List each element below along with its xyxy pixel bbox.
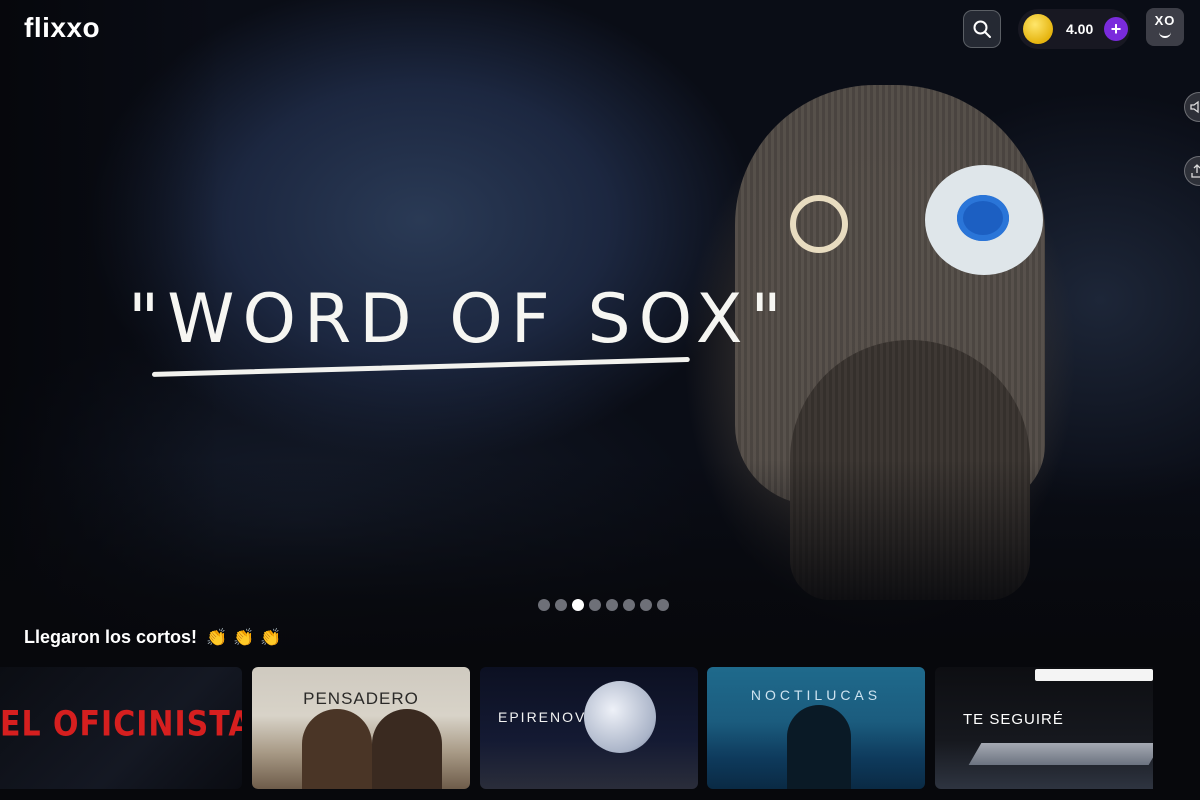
carousel-dot[interactable] [657,599,669,611]
hero-button-eye-left [790,195,848,253]
carousel-dot[interactable] [606,599,618,611]
carousel-dot[interactable] [589,599,601,611]
section-title-text: Llegaron los cortos! [24,627,198,647]
video-card[interactable]: NOCTILUCAS [707,667,925,789]
card-figure [372,709,442,789]
video-card-title: EPIRENOV [498,709,587,725]
card-light-bar [1035,669,1153,681]
card-figure [787,705,851,789]
section-title: Llegaron los cortos! 👏 👏 👏 [24,627,281,648]
carousel-dot[interactable] [538,599,550,611]
video-card[interactable]: EPIRENOV [480,667,698,789]
video-card-title: EL OFICINISTA [0,704,242,745]
carousel-dot[interactable] [640,599,652,611]
carousel-dot[interactable] [623,599,635,611]
carousel-indicator [538,599,669,611]
smile-icon [1159,30,1171,38]
add-coins-button[interactable]: + [1104,17,1128,41]
video-card[interactable]: TE SEGUIRÉ [935,667,1153,789]
video-card-title: NOCTILUCAS [750,687,882,703]
search-button[interactable] [963,10,1001,48]
hero-title-underline [151,356,690,377]
clapping-hands-emoji: 👏 👏 👏 [206,628,282,648]
carousel-dot[interactable] [572,599,584,611]
speaker-icon [1190,100,1199,114]
coin-balance[interactable]: 4.00 + [1018,9,1130,49]
share-icon [1191,164,1200,178]
top-bar: flixxo 4.00 + XO [0,0,1200,60]
shorts-carousel-row: EL OFICINISTA PENSADERO EPIRENOV NOCTILU… [0,667,1200,800]
card-floor [968,743,1153,765]
profile-initials: XO [1154,13,1176,28]
video-card[interactable]: EL OFICINISTA [0,667,242,789]
carousel-dot[interactable] [555,599,567,611]
profile-button[interactable]: XO [1146,8,1184,46]
moon-graphic [584,681,656,753]
card-figure [302,709,372,789]
coin-icon [1023,14,1053,44]
hero-title: "WORD OF SOX" [128,280,790,359]
video-card-title: TE SEGUIRÉ [963,711,1064,728]
video-card-title: PENSADERO [303,689,419,708]
coin-balance-value: 4.00 [1066,21,1094,37]
hero-button-eye-right [925,165,1043,275]
hero-banner[interactable]: "WORD OF SOX" [0,0,1200,660]
search-icon [973,20,991,38]
video-card[interactable]: PENSADERO [252,667,470,789]
flixxo-logo[interactable]: flixxo [24,12,100,44]
